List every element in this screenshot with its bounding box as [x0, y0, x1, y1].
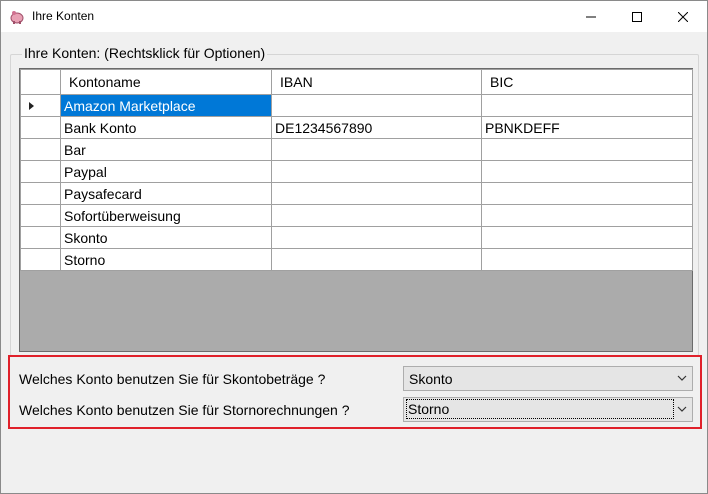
row-header-current[interactable] — [20, 94, 61, 117]
cell-bic[interactable] — [481, 160, 693, 183]
skonto-account-value: Skonto — [409, 371, 453, 387]
cell-bic[interactable] — [481, 204, 693, 227]
window-title: Ihre Konten — [32, 9, 95, 23]
storno-account-label: Welches Konto benutzen Sie für Stornorec… — [19, 402, 350, 418]
minimize-button[interactable] — [568, 1, 614, 32]
cell-iban[interactable] — [271, 226, 482, 249]
row-header[interactable] — [20, 160, 61, 183]
cell-iban[interactable] — [271, 204, 482, 227]
row-header[interactable] — [20, 116, 61, 139]
table-row[interactable]: Bar — [20, 138, 693, 161]
close-icon — [678, 11, 688, 22]
table-row[interactable]: Paysafecard — [20, 182, 693, 205]
cell-iban[interactable] — [271, 138, 482, 161]
cell-bic[interactable]: PBNKDEFF — [481, 116, 693, 139]
cell-kontoname[interactable]: Storno — [60, 248, 272, 271]
cell-kontoname[interactable]: Amazon Marketplace — [60, 94, 272, 117]
groupbox-label: Ihre Konten: (Rechtsklick für Optionen) — [22, 45, 268, 61]
current-row-arrow-icon — [29, 101, 34, 110]
cell-kontoname[interactable]: Bank Konto — [60, 116, 272, 139]
accounts-table: Kontoname IBAN BIC Amazon Marketplace Ba… — [20, 69, 693, 271]
storno-account-value: Storno — [406, 399, 674, 419]
column-header-kontoname[interactable]: Kontoname — [60, 69, 272, 95]
maximize-icon — [632, 11, 642, 22]
cell-kontoname[interactable]: Paysafecard — [60, 182, 272, 205]
table-row[interactable]: Amazon Marketplace — [20, 94, 693, 117]
accounts-grid[interactable]: Kontoname IBAN BIC Amazon Marketplace Ba… — [19, 68, 693, 352]
row-header[interactable] — [20, 204, 61, 227]
cell-iban[interactable]: DE1234567890 — [271, 116, 482, 139]
close-button[interactable] — [660, 1, 706, 32]
table-row[interactable]: Skonto — [20, 226, 693, 249]
row-header[interactable] — [20, 248, 61, 271]
cell-iban[interactable] — [271, 94, 482, 117]
skonto-account-dropdown[interactable]: Skonto — [403, 366, 693, 391]
cell-kontoname[interactable]: Paypal — [60, 160, 272, 183]
cell-iban[interactable] — [271, 160, 482, 183]
column-header-iban[interactable]: IBAN — [271, 69, 482, 95]
skonto-account-label: Welches Konto benutzen Sie für Skontobet… — [19, 371, 326, 387]
cell-bic[interactable] — [481, 226, 693, 249]
cell-bic[interactable] — [481, 182, 693, 205]
cell-bic[interactable] — [481, 248, 693, 271]
cell-kontoname[interactable]: Sofortüberweisung — [60, 204, 272, 227]
column-header-bic[interactable]: BIC — [481, 69, 693, 95]
row-header[interactable] — [20, 182, 61, 205]
table-row[interactable]: Bank Konto DE1234567890 PBNKDEFF — [20, 116, 693, 139]
accounts-window: Ihre Konten Ihre Konten: (Rechtsklick fü… — [0, 0, 708, 494]
corner-header-cell[interactable] — [20, 69, 61, 95]
piggy-bank-icon — [10, 11, 24, 24]
maximize-button[interactable] — [614, 1, 660, 32]
cell-bic[interactable] — [481, 138, 693, 161]
storno-account-dropdown[interactable]: Storno — [403, 397, 693, 422]
table-row[interactable]: Paypal — [20, 160, 693, 183]
minimize-icon — [586, 16, 596, 17]
cell-iban[interactable] — [271, 182, 482, 205]
row-header[interactable] — [20, 226, 61, 249]
chevron-down-icon — [677, 375, 687, 381]
table-row[interactable]: Sofortüberweisung — [20, 204, 693, 227]
row-header[interactable] — [20, 138, 61, 161]
header-row: Kontoname IBAN BIC — [20, 69, 693, 95]
title-bar[interactable]: Ihre Konten — [1, 1, 707, 32]
table-row[interactable]: Storno — [20, 248, 693, 271]
cell-kontoname[interactable]: Skonto — [60, 226, 272, 249]
cell-iban[interactable] — [271, 248, 482, 271]
cell-kontoname[interactable]: Bar — [60, 138, 272, 161]
cell-bic[interactable] — [481, 94, 693, 117]
chevron-down-icon — [677, 406, 687, 412]
